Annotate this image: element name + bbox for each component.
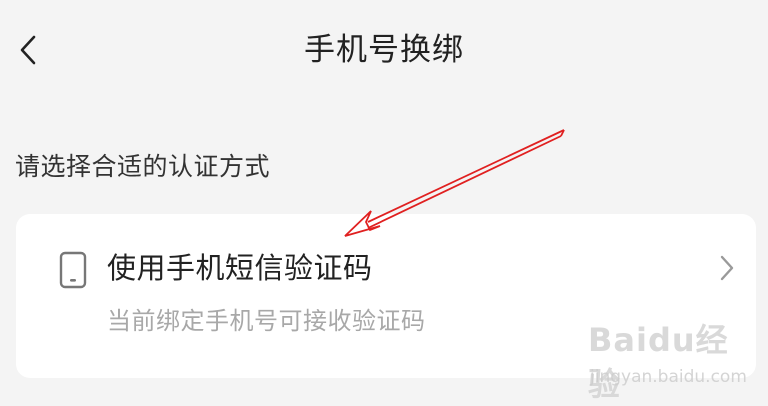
chevron-right-icon	[720, 255, 734, 281]
header-bar: 手机号换绑	[0, 0, 768, 100]
section-label: 请选择合适的认证方式	[15, 152, 271, 181]
option-title: 使用手机短信验证码	[107, 251, 373, 285]
option-description: 当前绑定手机号可接收验证码	[107, 307, 426, 335]
phone-icon	[59, 251, 87, 289]
page-title: 手机号换绑	[304, 32, 464, 68]
sms-verification-option[interactable]: 使用手机短信验证码 当前绑定手机号可接收验证码	[16, 214, 756, 378]
